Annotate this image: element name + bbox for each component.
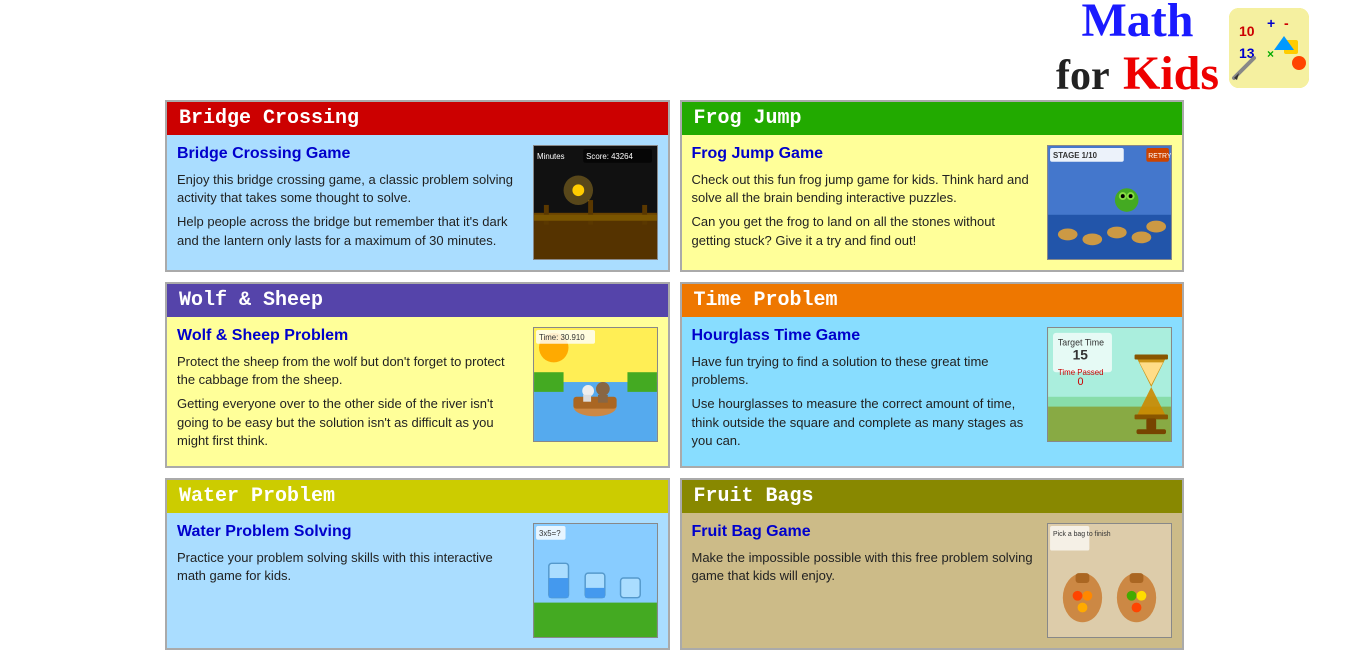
- game-thumb-frog[interactable]: STAGE 1/10 RETRY: [1047, 145, 1172, 260]
- games-grid: Bridge Crossing Bridge Crossing Game Enj…: [0, 95, 1349, 655]
- section-text-wolf: Wolf & Sheep Problem Protect the sheep f…: [177, 327, 523, 456]
- game-desc2-frog: Can you get the frog to land on all the …: [692, 213, 1038, 249]
- header-for: for: [1056, 53, 1110, 99]
- game-desc1-water: Practice your problem solving skills wit…: [177, 549, 523, 585]
- game-title-time[interactable]: Hourglass Time Game: [692, 327, 1038, 345]
- svg-text:RETRY: RETRY: [1148, 153, 1171, 160]
- svg-text:0: 0: [1078, 376, 1084, 388]
- section-header-wolf: Wolf & Sheep: [167, 284, 668, 317]
- game-desc2-bridge: Help people across the bridge but rememb…: [177, 213, 523, 249]
- game-desc1-bridge: Enjoy this bridge crossing game, a class…: [177, 171, 523, 207]
- section-header-fruit: Fruit Bags: [682, 480, 1183, 513]
- svg-text:Minutes: Minutes: [537, 152, 565, 161]
- game-desc1-wolf: Protect the sheep from the wolf but don'…: [177, 353, 523, 389]
- game-desc2-wolf: Getting everyone over to the other side …: [177, 395, 523, 450]
- header-kids: Kids: [1123, 47, 1219, 100]
- game-thumb-bridge[interactable]: Score: 43264 Minutes: [533, 145, 658, 260]
- section-text-frog: Frog Jump Game Check out this fun frog j…: [692, 145, 1038, 260]
- game-desc1-frog: Check out this fun frog jump game for ki…: [692, 171, 1038, 207]
- section-text-water: Water Problem Solving Practice your prob…: [177, 523, 523, 638]
- section-wolf-sheep: Wolf & Sheep Wolf & Sheep Problem Protec…: [165, 282, 670, 468]
- section-time-problem: Time Problem Hourglass Time Game Have fu…: [680, 282, 1185, 468]
- game-desc2-time: Use hourglasses to measure the correct a…: [692, 395, 1038, 450]
- game-thumb-fruit[interactable]: Pick a bag to finish: [1047, 523, 1172, 638]
- header-title: Math for Kids: [1056, 0, 1219, 100]
- section-body-time: Hourglass Time Game Have fun trying to f…: [682, 317, 1183, 466]
- section-body-wolf: Wolf & Sheep Problem Protect the sheep f…: [167, 317, 668, 466]
- game-thumb-water[interactable]: 3x5=?: [533, 523, 658, 638]
- section-body-bridge: Bridge Crossing Game Enjoy this bridge c…: [167, 135, 668, 270]
- game-title-bridge[interactable]: Bridge Crossing Game: [177, 145, 523, 163]
- header-math: Math: [1081, 0, 1193, 47]
- section-header-time: Time Problem: [682, 284, 1183, 317]
- game-title-wolf[interactable]: Wolf & Sheep Problem: [177, 327, 523, 345]
- section-text-time: Hourglass Time Game Have fun trying to f…: [692, 327, 1038, 456]
- game-thumb-hourglass[interactable]: Target Time 15 Time Passed 0: [1047, 327, 1172, 442]
- svg-text:10: 10: [1239, 23, 1255, 39]
- section-fruit-bags: Fruit Bags Fruit Bag Game Make the impos…: [680, 478, 1185, 650]
- svg-text:-: -: [1284, 15, 1289, 31]
- svg-text:3x5=?: 3x5=?: [539, 529, 561, 538]
- game-desc1-fruit: Make the impossible possible with this f…: [692, 549, 1038, 585]
- game-title-water[interactable]: Water Problem Solving: [177, 523, 523, 541]
- section-frog-jump: Frog Jump Frog Jump Game Check out this …: [680, 100, 1185, 272]
- section-header-water: Water Problem: [167, 480, 668, 513]
- svg-text:15: 15: [1073, 347, 1089, 362]
- section-body-frog: Frog Jump Game Check out this fun frog j…: [682, 135, 1183, 270]
- svg-text:Pick a bag to finish: Pick a bag to finish: [1053, 531, 1111, 538]
- section-text-bridge: Bridge Crossing Game Enjoy this bridge c…: [177, 145, 523, 260]
- section-body-water: Water Problem Solving Practice your prob…: [167, 513, 668, 648]
- section-bridge-crossing: Bridge Crossing Bridge Crossing Game Enj…: [165, 100, 670, 272]
- section-header-bridge: Bridge Crossing: [167, 102, 668, 135]
- section-water-problem: Water Problem Water Problem Solving Prac…: [165, 478, 670, 650]
- svg-text:STAGE 1/10: STAGE 1/10: [1053, 151, 1098, 160]
- svg-text:Target Time: Target Time: [1058, 338, 1104, 348]
- svg-text:Score: 43264: Score: 43264: [586, 152, 633, 161]
- section-body-fruit: Fruit Bag Game Make the impossible possi…: [682, 513, 1183, 648]
- svg-text:Time: 30.910: Time: 30.910: [539, 333, 585, 342]
- svg-text:+: +: [1267, 15, 1275, 31]
- section-header-frog: Frog Jump: [682, 102, 1183, 135]
- section-text-fruit: Fruit Bag Game Make the impossible possi…: [692, 523, 1038, 638]
- game-title-frog[interactable]: Frog Jump Game: [692, 145, 1038, 163]
- game-desc1-time: Have fun trying to find a solution to th…: [692, 353, 1038, 389]
- svg-text:×: ×: [1267, 47, 1274, 61]
- header-icon: 10 + - 13 ×: [1229, 8, 1309, 88]
- game-thumb-wolf[interactable]: Time: 30.910: [533, 327, 658, 442]
- page-header: Math for Kids 10 + - 13 ×: [0, 0, 1349, 95]
- game-title-fruit[interactable]: Fruit Bag Game: [692, 523, 1038, 541]
